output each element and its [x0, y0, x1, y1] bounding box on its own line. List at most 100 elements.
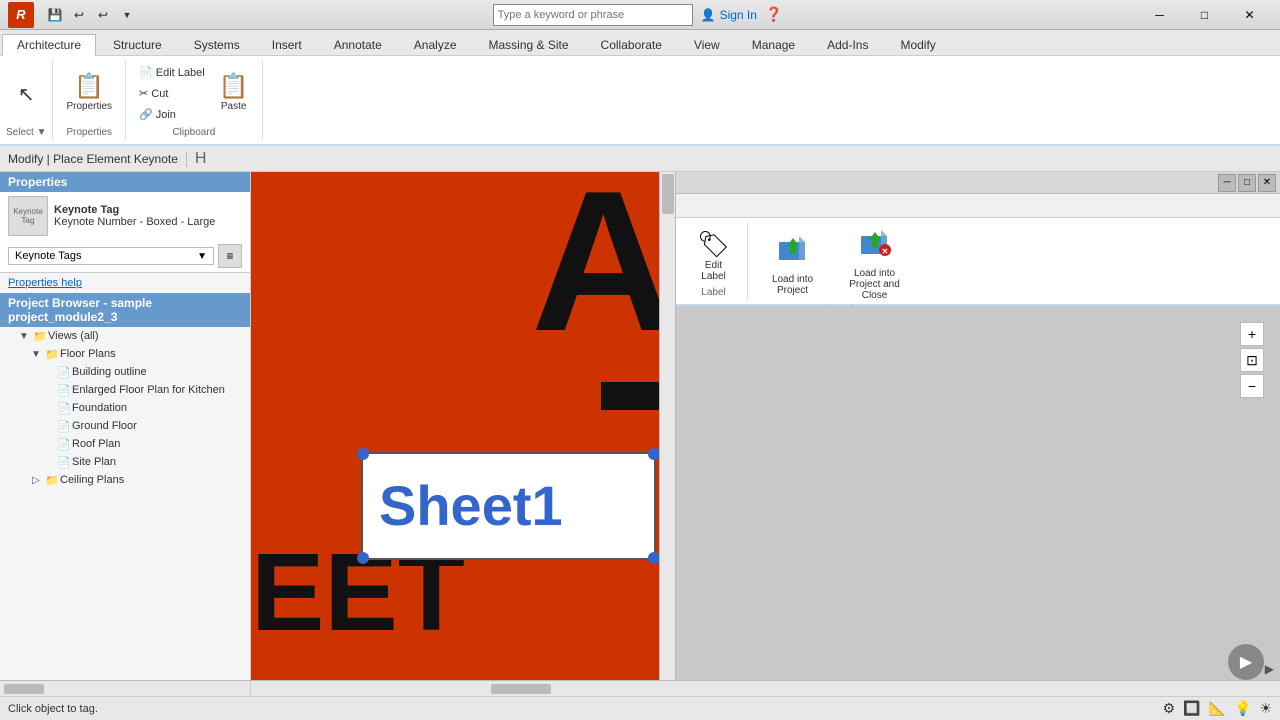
- browser-item-site-plan[interactable]: ▷ 📄 Site Plan: [0, 453, 250, 471]
- browser-item-ground-floor[interactable]: ▷ 📄 Ground Floor: [0, 417, 250, 435]
- expand-floor-plans-icon[interactable]: ▼: [28, 346, 44, 362]
- expand-ceiling-icon[interactable]: ▷: [28, 472, 44, 488]
- floor-plans-folder-icon: 📁: [44, 346, 60, 362]
- tab-modify[interactable]: Modify: [885, 33, 950, 55]
- tab-architecture[interactable]: Architecture: [2, 34, 96, 56]
- h-scrollbar[interactable]: [251, 680, 1280, 696]
- select-cursor-btn[interactable]: ↖: [6, 79, 46, 110]
- tab-systems[interactable]: Systems: [179, 33, 255, 55]
- cursor-icon: ↖: [18, 82, 35, 107]
- edit-label-icon: 🏷: [697, 229, 730, 260]
- redo-btn[interactable]: ↩: [92, 4, 114, 26]
- status-message: Click object to tag.: [8, 703, 98, 715]
- h-scroll-thumb: [491, 684, 551, 694]
- properties-footer: Keynote Tags ▼ ≡: [0, 240, 250, 272]
- browser-item-ceiling-plans[interactable]: ▷ 📁 Ceiling Plans: [0, 471, 250, 489]
- sheet-text: Sheet1: [363, 454, 654, 558]
- load-project-close-icon: ✕: [859, 228, 891, 268]
- load-into-project-btn[interactable]: Load intoProject: [758, 230, 827, 300]
- help-icon-mode[interactable]: H: [195, 150, 207, 168]
- fe-window-header: ─ □ ✕: [676, 172, 1280, 194]
- type-info: Keynote Tag Keynote Number - Boxed - Lar…: [54, 204, 242, 228]
- tab-addins[interactable]: Add-Ins: [812, 33, 883, 55]
- minimize-btn[interactable]: ─: [1137, 0, 1182, 30]
- play-btn[interactable]: ▶: [1228, 644, 1264, 680]
- revit-logo: R: [8, 2, 34, 28]
- tab-collaborate[interactable]: Collaborate: [586, 33, 677, 55]
- properties-group-label: Properties: [66, 127, 112, 138]
- browser-item-views[interactable]: ▼ 📁 Views (all): [0, 327, 250, 345]
- browser-item-enlarged-kitchen[interactable]: ▷ 📄 Enlarged Floor Plan for Kitchen: [0, 381, 250, 399]
- close-btn[interactable]: ✕: [1227, 0, 1272, 30]
- copy-btn[interactable]: 📄 Edit Label: [134, 63, 210, 82]
- type-value: Keynote Number - Boxed - Large: [54, 216, 242, 228]
- zoom-in-btn[interactable]: +: [1240, 322, 1264, 346]
- project-browser: Project Browser - sample project_module2…: [0, 293, 250, 680]
- scrollbar-thumb: [4, 684, 44, 694]
- fe-restore-btn[interactable]: □: [1238, 174, 1256, 192]
- help-icon[interactable]: ❓: [765, 6, 782, 23]
- filter-btn[interactable]: ≡: [218, 244, 242, 268]
- properties-icon: 📋: [74, 75, 104, 99]
- maximize-btn[interactable]: □: [1182, 0, 1227, 30]
- family-editor-window: ─ □ ✕ 🏷 EditLabel: [675, 172, 1280, 696]
- load-into-project-close-btn[interactable]: ✕ Load intoProject and Close: [835, 224, 914, 305]
- tab-massing[interactable]: Massing & Site: [474, 33, 584, 55]
- handle-tl[interactable]: [357, 448, 369, 460]
- canvas-v-scrollbar[interactable]: [659, 172, 675, 696]
- fe-close-btn[interactable]: ✕: [1258, 174, 1276, 192]
- fe-minimize-btn[interactable]: ─: [1218, 174, 1236, 192]
- status-bar: Click object to tag. ⚙ 🔲 📐 💡 ☀: [0, 696, 1280, 720]
- edit-label-btn[interactable]: 🏷 EditLabel: [690, 225, 737, 286]
- expand-views-icon[interactable]: ▼: [16, 328, 32, 344]
- cut-btn[interactable]: ✂ Cut: [134, 84, 210, 103]
- tab-structure[interactable]: Structure: [98, 33, 177, 55]
- zoom-out-btn[interactable]: −: [1240, 374, 1264, 398]
- browser-item-building-outline[interactable]: ▷ 📄 Building outline: [0, 363, 250, 381]
- ground-floor-label: Ground Floor: [72, 420, 137, 432]
- label-group-label: Label: [701, 287, 725, 298]
- title-bar: R 💾 ↩ ↩ ▼ 👤 Sign In ❓ ─ □ ✕: [0, 0, 1280, 30]
- building-outline-label: Building outline: [72, 366, 147, 378]
- keynote-tags-dropdown[interactable]: Keynote Tags ▼: [8, 247, 214, 265]
- browser-item-floor-plans[interactable]: ▼ 📁 Floor Plans: [0, 345, 250, 363]
- mode-separator: [186, 151, 187, 167]
- cut-icon: ✂: [139, 87, 148, 100]
- undo-btn[interactable]: ↩: [68, 4, 90, 26]
- sign-in-label[interactable]: Sign In: [720, 8, 757, 22]
- mode-bar: Modify | Place Element Keynote H: [0, 146, 1280, 172]
- panel-h-scrollbar[interactable]: [0, 680, 250, 696]
- properties-type-row: KeynoteTag Keynote Tag Keynote Number - …: [0, 192, 250, 240]
- tab-analyze[interactable]: Analyze: [399, 33, 472, 55]
- properties-help-link[interactable]: Properties help: [0, 273, 250, 293]
- ground-floor-icon: 📄: [56, 418, 72, 434]
- handle-bl[interactable]: [357, 552, 369, 564]
- properties-header: Properties: [0, 172, 250, 192]
- qa-dropdown[interactable]: ▼: [116, 4, 138, 26]
- search-input[interactable]: [493, 4, 693, 26]
- save-btn[interactable]: 💾: [44, 4, 66, 26]
- status-icon-3: 📐: [1209, 700, 1226, 717]
- zoom-extents-btn[interactable]: ⊡: [1240, 348, 1264, 372]
- load-project-text: Load intoProject: [765, 274, 820, 296]
- browser-item-foundation[interactable]: ▷ 📄 Foundation: [0, 399, 250, 417]
- status-icon-4: 💡: [1234, 700, 1251, 717]
- tab-annotate[interactable]: Annotate: [319, 33, 397, 55]
- tab-manage[interactable]: Manage: [737, 33, 810, 55]
- roof-plan-icon: 📄: [56, 436, 72, 452]
- tab-view[interactable]: View: [679, 33, 735, 55]
- join-btn[interactable]: 🔗 Join: [134, 105, 210, 124]
- building-outline-icon: 📄: [56, 364, 72, 380]
- sheet-box[interactable]: ↘ Sheet1: [361, 452, 656, 560]
- v-scroll-thumb: [662, 174, 674, 214]
- clipboard-label: Clipboard: [172, 127, 215, 138]
- paste-btn[interactable]: 📋 Paste: [214, 72, 254, 115]
- dropdown-label: Keynote Tags: [15, 250, 81, 262]
- tab-insert[interactable]: Insert: [257, 33, 317, 55]
- properties-btn[interactable]: 📋 Properties: [61, 72, 117, 115]
- dropdown-arrow: ▼: [197, 251, 207, 262]
- next-arrow[interactable]: ▶: [1265, 662, 1274, 676]
- select-label: Select ▼: [6, 127, 46, 138]
- browser-item-roof-plan[interactable]: ▷ 📄 Roof Plan: [0, 435, 250, 453]
- status-icon-5: ☀: [1259, 700, 1272, 717]
